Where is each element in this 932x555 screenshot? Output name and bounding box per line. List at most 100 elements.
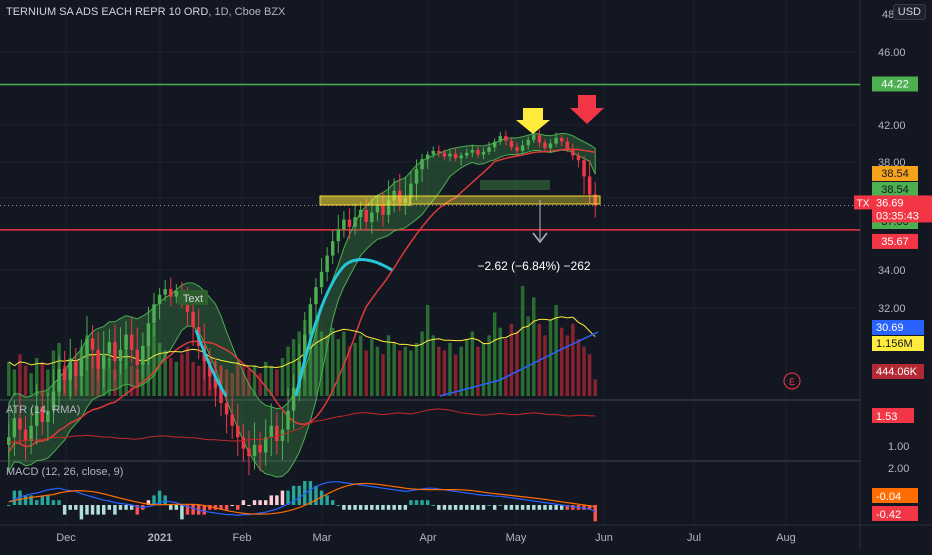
candle-body[interactable] xyxy=(532,135,536,140)
candle-body[interactable] xyxy=(548,143,553,149)
candle-body[interactable] xyxy=(437,150,441,153)
candle-body[interactable] xyxy=(476,149,480,155)
candle-body[interactable] xyxy=(62,368,67,381)
candle-body[interactable] xyxy=(12,418,17,438)
candle-body[interactable] xyxy=(252,444,257,457)
candle-body[interactable] xyxy=(96,349,100,369)
candle-body[interactable] xyxy=(291,387,296,411)
yellow-zone-drawing[interactable] xyxy=(319,195,411,206)
atr-legend[interactable]: ATR (14, RMA) xyxy=(6,404,80,416)
candle-body[interactable] xyxy=(241,437,246,449)
chart-root[interactable]: 46.00 42.00 38.00 34.00 32.00 48 Text −2.62 (−6… xyxy=(0,0,932,550)
candle-body[interactable] xyxy=(263,437,268,453)
candle-body[interactable] xyxy=(308,304,313,335)
candle-body[interactable] xyxy=(543,142,547,149)
candle-body[interactable] xyxy=(565,141,570,150)
candle-body[interactable] xyxy=(504,136,508,141)
candle-body[interactable] xyxy=(431,150,435,155)
macd-histogram-bar xyxy=(23,495,28,505)
candle-body[interactable] xyxy=(314,287,318,305)
candle-body[interactable] xyxy=(269,425,274,438)
candle-body[interactable] xyxy=(587,176,592,195)
candle-body[interactable] xyxy=(414,169,419,184)
candle-body[interactable] xyxy=(582,160,586,177)
currency-button[interactable]: USD xyxy=(892,4,926,20)
price-axis-tick: 42.00 xyxy=(878,120,906,132)
candle-body[interactable] xyxy=(85,338,89,358)
candle-body[interactable] xyxy=(7,437,11,445)
candle-body[interactable] xyxy=(498,136,502,142)
candle-body[interactable] xyxy=(129,334,134,350)
candle-body[interactable] xyxy=(157,294,162,305)
candle-body[interactable] xyxy=(57,368,61,392)
candle-body[interactable] xyxy=(230,414,234,426)
candle-body[interactable] xyxy=(336,229,341,242)
candle-body[interactable] xyxy=(481,151,486,155)
symbol-name[interactable]: TERNIUM SA ADS EACH REPR 10 ORD xyxy=(6,6,208,18)
candle-body[interactable] xyxy=(163,289,167,295)
candle-body[interactable] xyxy=(146,323,151,346)
candle-body[interactable] xyxy=(325,255,329,272)
candle-body[interactable] xyxy=(358,210,363,218)
candle-body[interactable] xyxy=(107,342,112,354)
candle-body[interactable] xyxy=(79,357,84,377)
candle-body[interactable] xyxy=(247,448,251,457)
candle-body[interactable] xyxy=(459,155,463,159)
candle-body[interactable] xyxy=(169,289,173,297)
candle-body[interactable] xyxy=(102,353,106,369)
candle-body[interactable] xyxy=(330,241,335,256)
yellow-zone-drawing[interactable] xyxy=(409,195,601,205)
candle-body[interactable] xyxy=(275,425,279,441)
candle-body[interactable] xyxy=(113,342,117,362)
candle-body[interactable] xyxy=(453,153,458,159)
candle-body[interactable] xyxy=(342,219,346,230)
candle-body[interactable] xyxy=(347,219,352,227)
candle-body[interactable] xyxy=(319,271,324,288)
candle-body[interactable] xyxy=(448,153,452,157)
candle-body[interactable] xyxy=(470,149,475,153)
candle-body[interactable] xyxy=(23,429,28,441)
chart-svg[interactable]: 46.0042.0038.0034.0032.0048Text−2.62 (−6… xyxy=(0,0,932,550)
candle-body[interactable] xyxy=(526,139,530,146)
candle-body[interactable] xyxy=(559,137,564,142)
candle-body[interactable] xyxy=(465,152,469,156)
candle-body[interactable] xyxy=(487,147,491,152)
candle-body[interactable] xyxy=(571,149,575,156)
candle-body[interactable] xyxy=(442,152,447,157)
candle-body[interactable] xyxy=(515,147,519,151)
candle-body[interactable] xyxy=(90,338,95,350)
interval-label[interactable]: 1D xyxy=(214,6,228,18)
candle-body[interactable] xyxy=(509,140,514,148)
macd-legend[interactable]: MACD (12, 26, close, 9) xyxy=(6,466,123,478)
candle-body[interactable] xyxy=(152,304,156,324)
candle-body[interactable] xyxy=(425,154,430,160)
macd-histogram-bar xyxy=(247,505,251,506)
candle-body[interactable] xyxy=(141,346,145,365)
candle-body[interactable] xyxy=(258,444,262,453)
candle-body[interactable] xyxy=(124,334,128,350)
candle-body[interactable] xyxy=(370,212,374,222)
candle-body[interactable] xyxy=(353,217,357,227)
candle-body[interactable] xyxy=(174,290,179,297)
candle-body[interactable] xyxy=(286,410,290,430)
candle-body[interactable] xyxy=(420,159,424,170)
volume-bar xyxy=(593,379,597,396)
candle-body[interactable] xyxy=(520,145,525,151)
candle-body[interactable] xyxy=(29,425,33,441)
candle-body[interactable] xyxy=(364,210,368,222)
candle-body[interactable] xyxy=(236,425,240,438)
candle-body[interactable] xyxy=(68,361,72,381)
candle-body[interactable] xyxy=(74,361,78,377)
candle-body[interactable] xyxy=(537,135,542,143)
candle-body[interactable] xyxy=(224,403,229,415)
candle-body[interactable] xyxy=(381,205,385,215)
candle-body[interactable] xyxy=(492,141,497,148)
candle-body[interactable] xyxy=(18,418,22,430)
atr-axis-tick: 1.00 xyxy=(888,441,909,453)
candle-body[interactable] xyxy=(191,311,195,327)
candle-body[interactable] xyxy=(135,349,139,365)
candle-body[interactable] xyxy=(375,205,380,213)
candle-body[interactable] xyxy=(554,137,558,144)
candle-body[interactable] xyxy=(576,155,581,161)
candle-body[interactable] xyxy=(118,349,123,362)
